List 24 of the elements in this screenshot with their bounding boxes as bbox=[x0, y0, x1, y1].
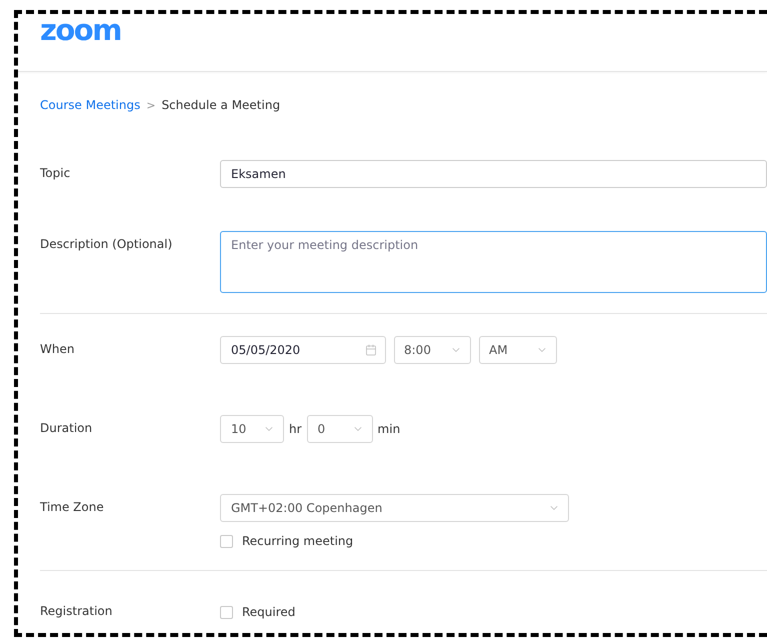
time-zone-select[interactable]: GMT+02:00 Copenhagen bbox=[220, 494, 569, 522]
checkbox-label: Recurring meeting bbox=[242, 534, 354, 548]
field-label: Description (Optional) bbox=[40, 236, 174, 251]
breadcrumb-separator: > bbox=[146, 98, 156, 112]
am-pm-select[interactable]: AM bbox=[479, 336, 557, 364]
time-select[interactable]: 8:00 bbox=[394, 336, 471, 364]
hours-select[interactable]: 10 bbox=[220, 415, 284, 443]
field-label: When bbox=[40, 341, 76, 356]
checkbox-label: Required bbox=[242, 605, 296, 619]
date-field[interactable]: 05/05/2020 bbox=[220, 336, 386, 364]
field-label: Registration bbox=[40, 603, 114, 618]
breadcrumb-current: Schedule a Meeting bbox=[162, 98, 280, 112]
minutes-select[interactable]: 0 bbox=[306, 415, 373, 443]
calendar-icon bbox=[365, 344, 377, 356]
field-label: Duration bbox=[40, 420, 94, 435]
field-label: Time Zone bbox=[40, 499, 105, 514]
unit-label: hr bbox=[289, 422, 302, 436]
breadcrumb-link[interactable]: Course Meetings bbox=[40, 98, 140, 112]
checkbox[interactable] bbox=[220, 606, 233, 618]
field-label: Topic bbox=[40, 165, 72, 180]
checkbox[interactable] bbox=[220, 534, 233, 548]
description-field[interactable]: Enter your meeting description bbox=[220, 231, 767, 293]
topic-field[interactable]: Eksamen bbox=[220, 160, 767, 188]
unit-label: min bbox=[378, 422, 400, 436]
